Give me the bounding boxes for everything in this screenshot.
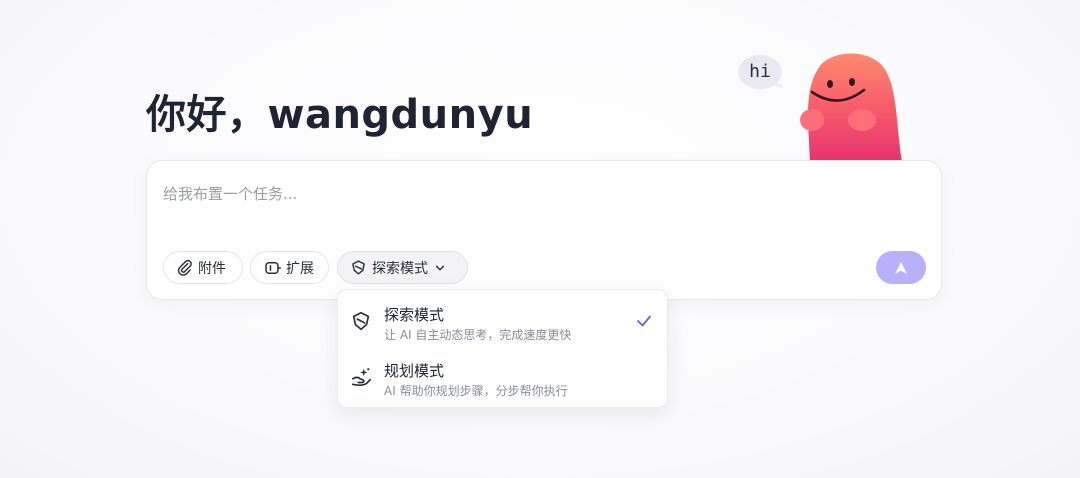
extension-label: 扩展 xyxy=(286,260,314,277)
chevron-down-icon xyxy=(435,265,445,270)
mode-option-description: 让 AI 自主动态思考，完成速度更快 xyxy=(384,328,572,342)
attach-label: 附件 xyxy=(198,260,226,277)
send-arrow-icon xyxy=(895,261,907,274)
shield-icon xyxy=(352,311,370,331)
attach-button[interactable]: 附件 xyxy=(163,251,243,284)
mode-option-plan[interactable]: 规划模式 AI 帮助你规划步骤，分步帮你执行 xyxy=(338,350,667,406)
mode-label: 探索模式 xyxy=(372,260,428,277)
paperclip-icon xyxy=(177,259,192,276)
greeting-title: 你好，wangdunyu xyxy=(146,92,534,138)
hi-speech-bubble: hi xyxy=(738,54,784,90)
checkmark-icon xyxy=(637,315,651,327)
shield-icon xyxy=(352,260,365,275)
send-button[interactable] xyxy=(876,251,926,284)
mode-option-description: AI 帮助你规划步骤，分步帮你执行 xyxy=(384,384,568,398)
mascot-character-icon xyxy=(800,53,902,162)
mode-option-title: 探索模式 xyxy=(384,306,445,324)
mode-menu: 探索模式 让 AI 自主动态思考，完成速度更快 规划模式 AI 帮助你规划步骤，… xyxy=(337,289,668,408)
task-input-card: 附件 扩展 探索模式 xyxy=(146,160,942,300)
plugin-icon xyxy=(265,261,281,274)
mode-dropdown[interactable]: 探索模式 xyxy=(337,251,468,284)
mode-option-explore[interactable]: 探索模式 让 AI 自主动态思考，完成速度更快 xyxy=(338,294,667,350)
hi-text: hi xyxy=(749,61,771,82)
plan-hand-icon xyxy=(351,368,371,387)
mode-option-title: 规划模式 xyxy=(384,362,445,380)
task-input[interactable] xyxy=(163,179,903,209)
extension-button[interactable]: 扩展 xyxy=(250,251,329,284)
